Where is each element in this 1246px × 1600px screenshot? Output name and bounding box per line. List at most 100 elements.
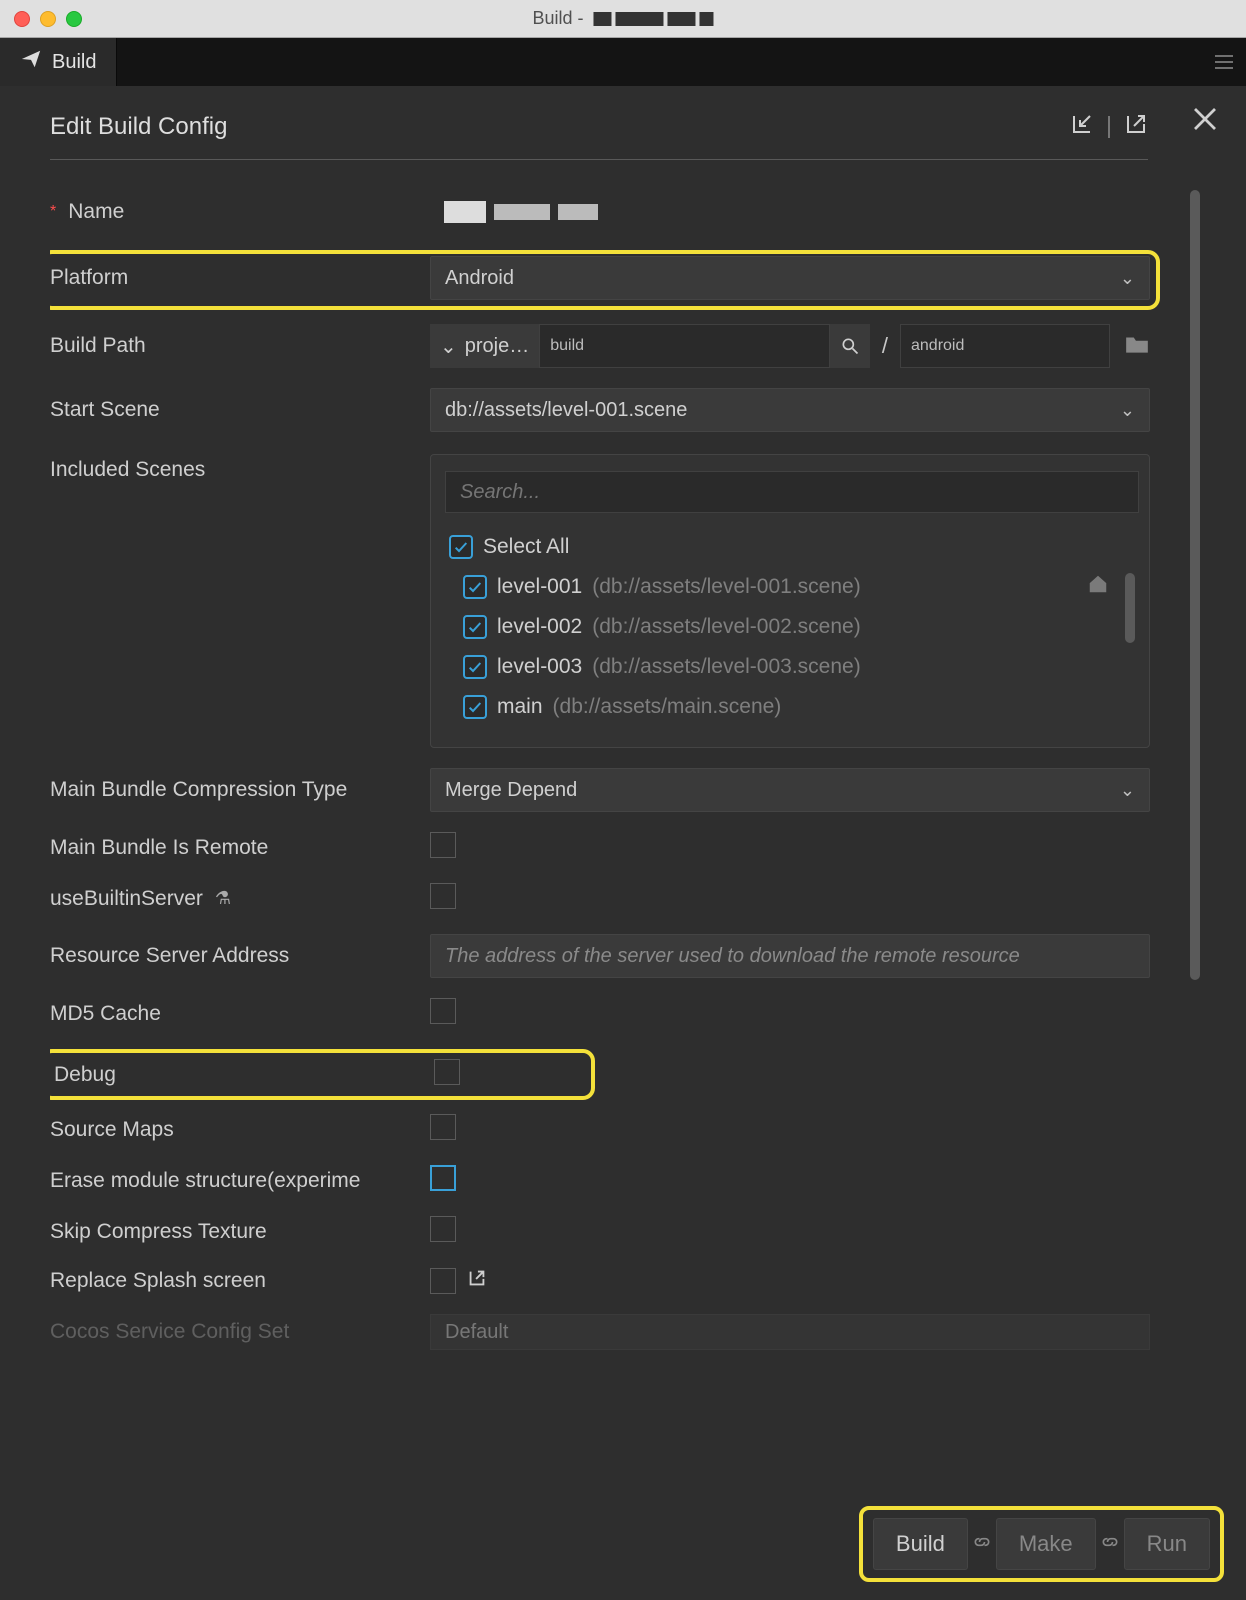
close-panel-button[interactable] <box>1190 104 1220 139</box>
platform-highlight: Platform Android ⌄ <box>50 250 1160 310</box>
scene-row[interactable]: level-001 (db://assets/level-001.scene) <box>445 567 1139 607</box>
scene-name: level-002 <box>497 615 582 639</box>
resource-address-label: Resource Server Address <box>50 944 289 968</box>
window-title-text: Build - <box>532 8 583 29</box>
md5-checkbox[interactable] <box>430 998 456 1024</box>
form-scroll-area[interactable]: * Name Platform Android <box>50 190 1206 1600</box>
name-input[interactable] <box>430 190 1150 234</box>
compression-label: Main Bundle Compression Type <box>50 778 347 802</box>
scene-path: (db://assets/level-003.scene) <box>592 655 860 679</box>
md5-label: MD5 Cache <box>50 1002 161 1026</box>
buildpath-dir-input[interactable]: build <box>539 324 830 368</box>
select-all-row[interactable]: Select All <box>445 527 1139 567</box>
remote-checkbox[interactable] <box>430 832 456 858</box>
select-all-checkbox[interactable] <box>449 535 473 559</box>
debug-checkbox[interactable] <box>434 1059 460 1085</box>
close-window-button[interactable] <box>14 11 30 27</box>
included-scenes-label: Included Scenes <box>50 458 205 482</box>
tab-label: Build <box>52 51 96 74</box>
search-path-button[interactable] <box>830 324 870 368</box>
md5-row: MD5 Cache <box>50 998 1150 1029</box>
titlebar: Build - <box>0 0 1246 38</box>
builtin-server-row: useBuiltinServer ⚗ <box>50 883 1150 914</box>
scene-name: level-001 <box>497 575 582 599</box>
erase-checkbox[interactable] <box>430 1165 456 1191</box>
cocos-row: Cocos Service Config Set Default <box>50 1314 1150 1350</box>
window-title-redacted <box>594 12 714 26</box>
platform-select[interactable]: Android ⌄ <box>430 256 1150 300</box>
traffic-lights <box>14 11 82 27</box>
build-button[interactable]: Build <box>873 1518 968 1570</box>
scene-list-scrollbar[interactable] <box>1125 573 1135 643</box>
splash-label: Replace Splash screen <box>50 1269 266 1293</box>
builtin-server-checkbox[interactable] <box>430 883 456 909</box>
scene-row[interactable]: level-003 (db://assets/level-003.scene) <box>445 647 1139 687</box>
debug-row: Debug <box>54 1059 581 1090</box>
actions-highlight: Build Make Run <box>859 1506 1224 1582</box>
buildpath-subdir-input[interactable]: android <box>900 324 1110 368</box>
make-button[interactable]: Make <box>996 1518 1096 1570</box>
buildpath-base-select[interactable]: ⌄ proje… <box>430 324 539 368</box>
beaker-icon: ⚗ <box>215 888 231 909</box>
link-icon <box>968 1532 996 1557</box>
splash-popout-button[interactable] <box>456 1267 488 1294</box>
skip-compress-label: Skip Compress Texture <box>50 1220 267 1244</box>
link-icon <box>1096 1532 1124 1557</box>
import-icon[interactable] <box>1070 112 1094 141</box>
minimize-window-button[interactable] <box>40 11 56 27</box>
name-row: * Name <box>50 190 1150 234</box>
tabbar: Build <box>0 38 1246 86</box>
required-asterisk: * <box>50 203 56 221</box>
window-title: Build - <box>532 8 713 29</box>
erase-row: Erase module structure(experime <box>50 1165 1150 1196</box>
sourcemaps-row: Source Maps <box>50 1114 1150 1145</box>
scene-name: level-003 <box>497 655 582 679</box>
scene-path: (db://assets/level-002.scene) <box>592 615 860 639</box>
cocos-select[interactable]: Default <box>430 1314 1150 1350</box>
compression-select[interactable]: Merge Depend ⌄ <box>430 768 1150 812</box>
scene-checkbox[interactable] <box>463 615 487 639</box>
header-separator <box>1108 116 1110 138</box>
scene-checkbox[interactable] <box>463 655 487 679</box>
chevron-down-icon: ⌄ <box>1120 400 1135 421</box>
panel-header-actions <box>1070 112 1148 141</box>
folder-browse-button[interactable] <box>1110 333 1150 360</box>
buildpath-subdir: android <box>911 337 964 355</box>
skip-compress-row: Skip Compress Texture <box>50 1216 1150 1247</box>
sourcemaps-label: Source Maps <box>50 1118 174 1142</box>
chevron-down-icon: ⌄ <box>1120 780 1135 801</box>
compression-row: Main Bundle Compression Type Merge Depen… <box>50 768 1150 812</box>
startscene-label: Start Scene <box>50 398 160 422</box>
builtin-server-label: useBuiltinServer <box>50 887 203 911</box>
build-config-panel: Edit Build Config * Name <box>0 86 1246 1600</box>
resource-address-input[interactable]: The address of the server used to downlo… <box>430 934 1150 978</box>
cocos-label: Cocos Service Config Set <box>50 1320 289 1344</box>
resource-address-row: Resource Server Address The address of t… <box>50 934 1150 978</box>
splash-row: Replace Splash screen <box>50 1267 1150 1294</box>
hamburger-menu-button[interactable] <box>1212 38 1236 86</box>
scene-path: (db://assets/level-001.scene) <box>592 575 860 599</box>
startscene-select[interactable]: db://assets/level-001.scene ⌄ <box>430 388 1150 432</box>
sourcemaps-checkbox[interactable] <box>430 1114 456 1140</box>
scene-checkbox[interactable] <box>463 695 487 719</box>
path-slash: / <box>870 333 900 359</box>
name-label: Name <box>68 200 124 224</box>
scene-row[interactable]: level-002 (db://assets/level-002.scene) <box>445 607 1139 647</box>
zoom-window-button[interactable] <box>66 11 82 27</box>
panel-scrollbar[interactable] <box>1190 190 1200 980</box>
tab-build[interactable]: Build <box>0 38 117 86</box>
home-scene-icon[interactable] <box>1087 573 1109 600</box>
scenes-search-input[interactable] <box>445 471 1139 513</box>
scene-row[interactable]: main (db://assets/main.scene) <box>445 687 1139 727</box>
scene-checkbox[interactable] <box>463 575 487 599</box>
run-button[interactable]: Run <box>1124 1518 1210 1570</box>
export-icon[interactable] <box>1124 112 1148 141</box>
buildpath-row: Build Path ⌄ proje… build / <box>50 324 1150 368</box>
included-scenes-row: Included Scenes Select All <box>50 452 1150 748</box>
select-all-label: Select All <box>483 535 569 559</box>
chevron-down-icon: ⌄ <box>1120 268 1135 289</box>
chevron-down-icon: ⌄ <box>440 334 457 359</box>
splash-checkbox[interactable] <box>430 1268 456 1294</box>
debug-label: Debug <box>54 1063 116 1087</box>
skip-compress-checkbox[interactable] <box>430 1216 456 1242</box>
